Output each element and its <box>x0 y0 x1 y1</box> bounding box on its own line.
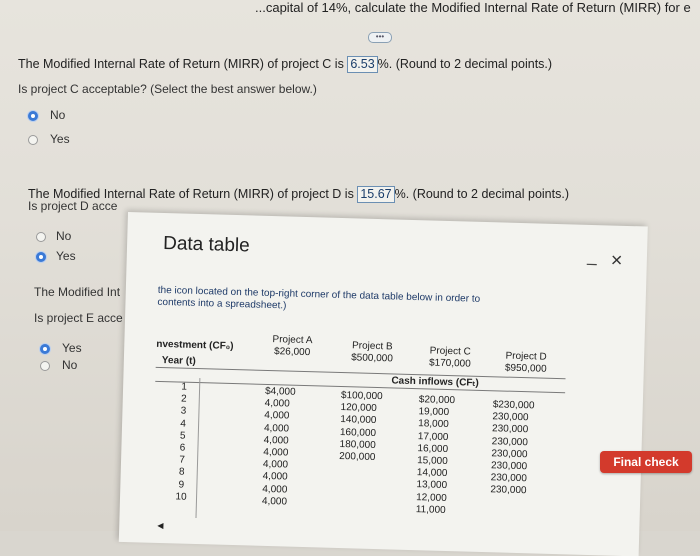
expand-ellipsis-button[interactable]: ••• <box>368 32 392 43</box>
investment-row-label: nvestment (CF₀) <box>156 338 234 352</box>
project-d-investment: $950,000 <box>504 362 547 375</box>
project-a-cell: $4,000 <box>264 385 296 398</box>
project-c-cell: 19,000 <box>418 406 450 419</box>
project-b-cell: 120,000 <box>340 402 377 415</box>
project-c-cell: 16,000 <box>417 442 449 455</box>
cash-flow-table: nvestment (CF₀) Year (t) Project A $26,0… <box>151 331 566 542</box>
question-e-accept: Is project E acce <box>34 311 123 325</box>
year-cell: 8 <box>178 466 185 478</box>
project-d-cell: 230,000 <box>491 447 528 460</box>
radio-c-no[interactable] <box>28 111 38 121</box>
page-background: ...capital of 14%, calculate the Modifie… <box>0 0 700 556</box>
project-a-investment: $26,000 <box>273 346 311 359</box>
question-header-text: ...capital of 14%, calculate the Modifie… <box>255 0 691 15</box>
project-d-flows: $230,000 230,000 230,000 230,000 230,000 230,… <box>490 399 534 498</box>
radio-c-yes[interactable] <box>28 135 38 145</box>
data-table-dialog: Data table – × the icon located on the t… <box>118 212 648 556</box>
project-a-cell: 4,000 <box>264 398 290 410</box>
project-a-flows: $4,000 4,000 4,000 4,000 4,000 4,000 4,000 4,00… <box>262 386 296 509</box>
year-cell: 9 <box>178 479 185 491</box>
project-b-cell: 140,000 <box>340 414 377 427</box>
project-d-cell: 230,000 <box>491 423 529 436</box>
radio-e-no-label: No <box>62 358 78 372</box>
close-icon[interactable]: × <box>610 250 623 273</box>
year-cell: 7 <box>179 454 186 466</box>
project-b-header: Project B $500,000 <box>340 340 405 366</box>
year-cell: 6 <box>179 442 186 454</box>
project-c-cell: 14,000 <box>416 467 448 480</box>
radio-e-yes[interactable] <box>40 344 50 354</box>
project-c-cell: 18,000 <box>418 418 449 431</box>
radio-d-no[interactable] <box>36 232 46 242</box>
project-b-investment: $500,000 <box>351 352 394 365</box>
project-c-cell: 13,000 <box>416 479 448 492</box>
project-c-cell: 11,000 <box>415 503 446 516</box>
year-column: 1 2 3 4 5 6 7 8 9 10 <box>170 381 195 503</box>
minimize-button[interactable]: – <box>586 253 597 274</box>
radio-d-yes-label: Yes <box>56 249 76 263</box>
year-cell: 1 <box>181 381 188 393</box>
project-d-cell: 230,000 <box>491 435 529 448</box>
radio-c-yes-label: Yes <box>50 132 70 146</box>
project-b-cell: 160,000 <box>339 426 377 439</box>
year-cell: 2 <box>180 393 187 405</box>
question-e-mirr: The Modified Int <box>34 285 121 299</box>
project-a-header: Project A $26,000 <box>260 334 325 360</box>
year-column-header: Year (t) <box>161 355 196 367</box>
project-d-cell: 230,000 <box>490 460 528 473</box>
radio-c-no-label: No <box>50 108 66 122</box>
project-d-cell: 230,000 <box>490 484 527 497</box>
project-c-cell: $20,000 <box>418 394 456 407</box>
year-cell: 4 <box>180 418 187 430</box>
project-d-header: Project D $950,000 <box>492 350 561 376</box>
project-d-cell: 230,000 <box>492 411 529 424</box>
project-d-cell: 230,000 <box>490 472 528 485</box>
dialog-instructions: the icon located on the top-right corner… <box>157 285 538 320</box>
project-a-cell: 4,000 <box>261 495 288 508</box>
answer-c-mirr-input[interactable]: 6.53 <box>347 56 378 73</box>
year-cell: 3 <box>180 405 187 418</box>
project-c-flows: $20,000 19,000 18,000 17,000 16,000 15,000 14,… <box>416 394 456 517</box>
dialog-title: Data table <box>162 232 251 257</box>
project-a-cell: 4,000 <box>262 458 289 471</box>
project-c-investment: $170,000 <box>428 357 471 370</box>
radio-d-no-label: No <box>56 229 72 243</box>
project-a-cell: 4,000 <box>263 446 289 459</box>
answer-d-mirr-input[interactable]: 15.67 <box>357 186 395 203</box>
year-cell: 5 <box>179 430 186 442</box>
project-a-cell: 4,000 <box>263 434 289 447</box>
radio-d-yes[interactable] <box>36 252 46 262</box>
project-a-cell: 4,000 <box>262 471 288 483</box>
project-c-cell: 17,000 <box>417 430 449 443</box>
question-c-mirr: The Modified Internal Rate of Return (MI… <box>18 56 552 73</box>
project-a-cell: 4,000 <box>262 483 288 496</box>
project-c-header: Project C $170,000 <box>418 345 483 371</box>
project-c-cell: 15,000 <box>417 455 448 467</box>
radio-e-yes-label: Yes <box>62 341 82 355</box>
project-b-flows: $100,000 120,000 140,000 160,000 180,000 200,… <box>339 390 383 464</box>
year-cell: 10 <box>175 491 187 503</box>
scroll-left-arrow-icon[interactable]: ◀ <box>157 521 163 530</box>
radio-e-no[interactable] <box>40 361 50 371</box>
project-b-cell: 180,000 <box>339 438 376 451</box>
project-b-cell: 200,000 <box>339 450 376 463</box>
column-divider <box>195 378 201 519</box>
project-d-cell: $230,000 <box>492 399 535 412</box>
project-b-cell: $100,000 <box>340 390 383 403</box>
question-c-mirr-prefix: The Modified Internal Rate of Return (MI… <box>18 57 344 71</box>
question-c-mirr-suffix: %. (Round to 2 decimal points.) <box>377 57 553 71</box>
project-a-cell: 4,000 <box>263 422 290 435</box>
project-c-cell: 12,000 <box>415 491 447 504</box>
project-a-cell: 4,000 <box>264 410 290 422</box>
final-check-button[interactable]: Final check <box>600 451 692 473</box>
question-c-accept: Is project C acceptable? (Select the bes… <box>18 82 317 96</box>
question-d-mirr-suffix: %. (Round to 2 decimal points.) <box>394 187 569 201</box>
question-d-accept: Is project D acce <box>28 199 118 213</box>
